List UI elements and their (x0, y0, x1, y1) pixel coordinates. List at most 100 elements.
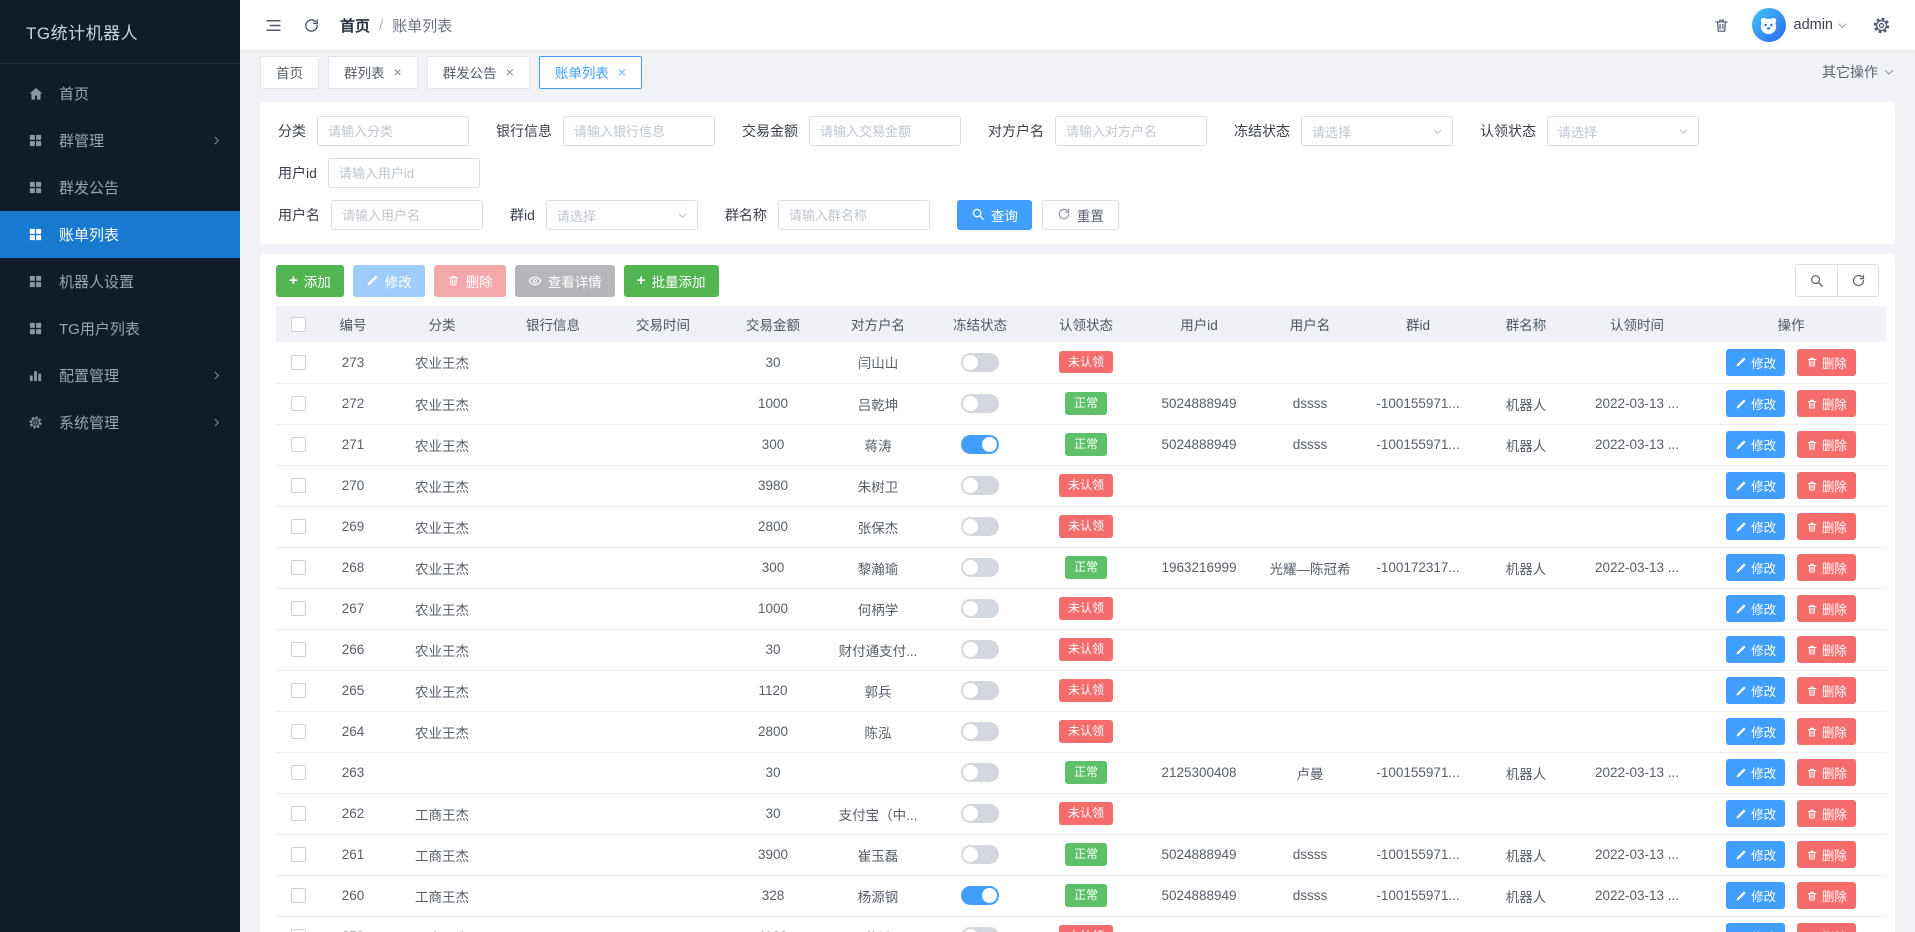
row-delete-button[interactable]: 删除 (1796, 636, 1856, 663)
frozen-toggle[interactable] (961, 517, 999, 536)
table-refresh-button[interactable] (1837, 265, 1878, 296)
frozen-toggle[interactable] (961, 722, 999, 741)
search-button[interactable]: 查询 (956, 200, 1032, 230)
close-icon[interactable]: × (394, 65, 402, 79)
row-edit-button[interactable]: 修改 (1726, 472, 1786, 499)
row-checkbox[interactable] (290, 478, 306, 494)
select-all-checkbox[interactable] (290, 316, 306, 332)
row-edit-button[interactable]: 修改 (1726, 800, 1786, 827)
row-edit-button[interactable]: 修改 (1726, 841, 1786, 868)
user-menu[interactable]: admin (1794, 17, 1849, 33)
gear-icon[interactable] (1872, 16, 1891, 35)
filter-category-input[interactable] (317, 116, 469, 146)
frozen-toggle[interactable] (961, 476, 999, 495)
close-icon[interactable]: × (506, 65, 514, 79)
row-edit-button[interactable]: 修改 (1726, 636, 1786, 663)
row-delete-button[interactable]: 删除 (1796, 390, 1856, 417)
close-icon[interactable]: × (618, 65, 626, 79)
row-edit-button[interactable]: 修改 (1726, 348, 1786, 376)
add-button[interactable]: + 添加 (276, 264, 344, 297)
row-checkbox[interactable] (290, 847, 306, 863)
batch-add-button[interactable]: + 批量添加 (623, 264, 719, 297)
filter-bank-info-input[interactable] (563, 116, 715, 146)
filter-group-name-input[interactable] (777, 200, 930, 230)
tab-group-broadcast[interactable]: 群发公告 × (426, 55, 530, 89)
tab-bill-list[interactable]: 账单列表 × (538, 55, 643, 89)
row-delete-button[interactable]: 删除 (1796, 472, 1856, 499)
frozen-toggle[interactable] (961, 763, 999, 782)
row-checkbox[interactable] (290, 560, 306, 576)
reset-button[interactable]: 重置 (1041, 200, 1119, 230)
row-delete-button[interactable]: 删除 (1796, 677, 1856, 704)
row-delete-button[interactable]: 删除 (1796, 882, 1856, 909)
row-checkbox[interactable] (290, 642, 306, 658)
frozen-toggle[interactable] (961, 435, 999, 454)
row-checkbox[interactable] (290, 355, 306, 371)
row-edit-button[interactable]: 修改 (1726, 513, 1786, 540)
sidebar-item-config-manage[interactable]: 配置管理 (0, 352, 240, 399)
edit-button[interactable]: 修改 (352, 264, 425, 297)
row-edit-button[interactable]: 修改 (1726, 759, 1786, 786)
menu-collapse-icon[interactable] (264, 16, 283, 35)
row-delete-button[interactable]: 删除 (1796, 759, 1856, 786)
filter-payer-name-input[interactable] (1055, 116, 1207, 146)
row-edit-button[interactable]: 修改 (1726, 882, 1786, 909)
row-checkbox[interactable] (290, 396, 306, 412)
frozen-toggle[interactable] (961, 599, 999, 618)
row-checkbox[interactable] (290, 888, 306, 904)
view-detail-button[interactable]: 查看详情 (514, 264, 615, 297)
table-search-button[interactable] (1796, 265, 1837, 296)
filter-amount-input[interactable] (809, 116, 961, 146)
trash-icon[interactable] (1713, 17, 1730, 34)
sidebar-item-group-broadcast[interactable]: 群发公告 (0, 164, 240, 211)
filter-frozen-status-select[interactable]: 请选择 (1301, 116, 1453, 146)
row-delete-button[interactable]: 删除 (1796, 348, 1856, 376)
row-delete-button[interactable]: 删除 (1796, 431, 1856, 458)
row-checkbox[interactable] (290, 519, 306, 535)
frozen-toggle[interactable] (961, 681, 999, 700)
sidebar-item-home[interactable]: 首页 (0, 70, 240, 117)
frozen-toggle[interactable] (961, 804, 999, 823)
row-edit-button[interactable]: 修改 (1726, 923, 1786, 932)
row-edit-button[interactable]: 修改 (1726, 718, 1786, 745)
row-delete-button[interactable]: 删除 (1796, 595, 1856, 622)
frozen-toggle[interactable] (961, 394, 999, 413)
filter-user-name-input[interactable] (331, 200, 483, 230)
frozen-toggle[interactable] (961, 845, 999, 864)
row-checkbox[interactable] (290, 683, 306, 699)
tab-group-list[interactable]: 群列表 × (328, 55, 418, 89)
sidebar-item-system-manage[interactable]: 系统管理 (0, 399, 240, 446)
row-edit-button[interactable]: 修改 (1726, 677, 1786, 704)
row-delete-button[interactable]: 删除 (1796, 923, 1856, 932)
row-delete-button[interactable]: 删除 (1796, 841, 1856, 868)
breadcrumb-root[interactable]: 首页 (340, 15, 370, 36)
filter-group-id-select[interactable]: 请选择 (545, 200, 698, 230)
row-checkbox[interactable] (290, 724, 306, 740)
row-edit-button[interactable]: 修改 (1726, 595, 1786, 622)
frozen-toggle[interactable] (961, 927, 999, 932)
row-delete-button[interactable]: 删除 (1796, 718, 1856, 745)
avatar[interactable] (1751, 8, 1786, 42)
tab-home[interactable]: 首页 (260, 55, 319, 89)
row-delete-button[interactable]: 删除 (1796, 800, 1856, 827)
row-edit-button[interactable]: 修改 (1726, 554, 1786, 581)
row-checkbox[interactable] (290, 437, 306, 453)
sidebar-item-group-manage[interactable]: 群管理 (0, 117, 240, 164)
row-edit-button[interactable]: 修改 (1726, 390, 1786, 417)
row-checkbox[interactable] (290, 806, 306, 822)
sidebar-item-bill-list[interactable]: 账单列表 (0, 211, 240, 258)
refresh-icon[interactable] (303, 17, 320, 34)
sidebar-item-robot-settings[interactable]: 机器人设置 (0, 258, 240, 305)
row-checkbox[interactable] (290, 765, 306, 781)
filter-claim-status-select[interactable]: 请选择 (1547, 116, 1699, 146)
delete-button[interactable]: 删除 (433, 264, 506, 297)
frozen-toggle[interactable] (961, 352, 999, 372)
row-edit-button[interactable]: 修改 (1726, 431, 1786, 458)
frozen-toggle[interactable] (961, 640, 999, 659)
row-delete-button[interactable]: 删除 (1796, 513, 1856, 540)
other-actions-dropdown[interactable]: 其它操作 (1822, 62, 1895, 82)
frozen-toggle[interactable] (961, 886, 999, 905)
frozen-toggle[interactable] (961, 558, 999, 577)
sidebar-item-tg-user-list[interactable]: TG用户列表 (0, 305, 240, 352)
row-checkbox[interactable] (290, 601, 306, 617)
